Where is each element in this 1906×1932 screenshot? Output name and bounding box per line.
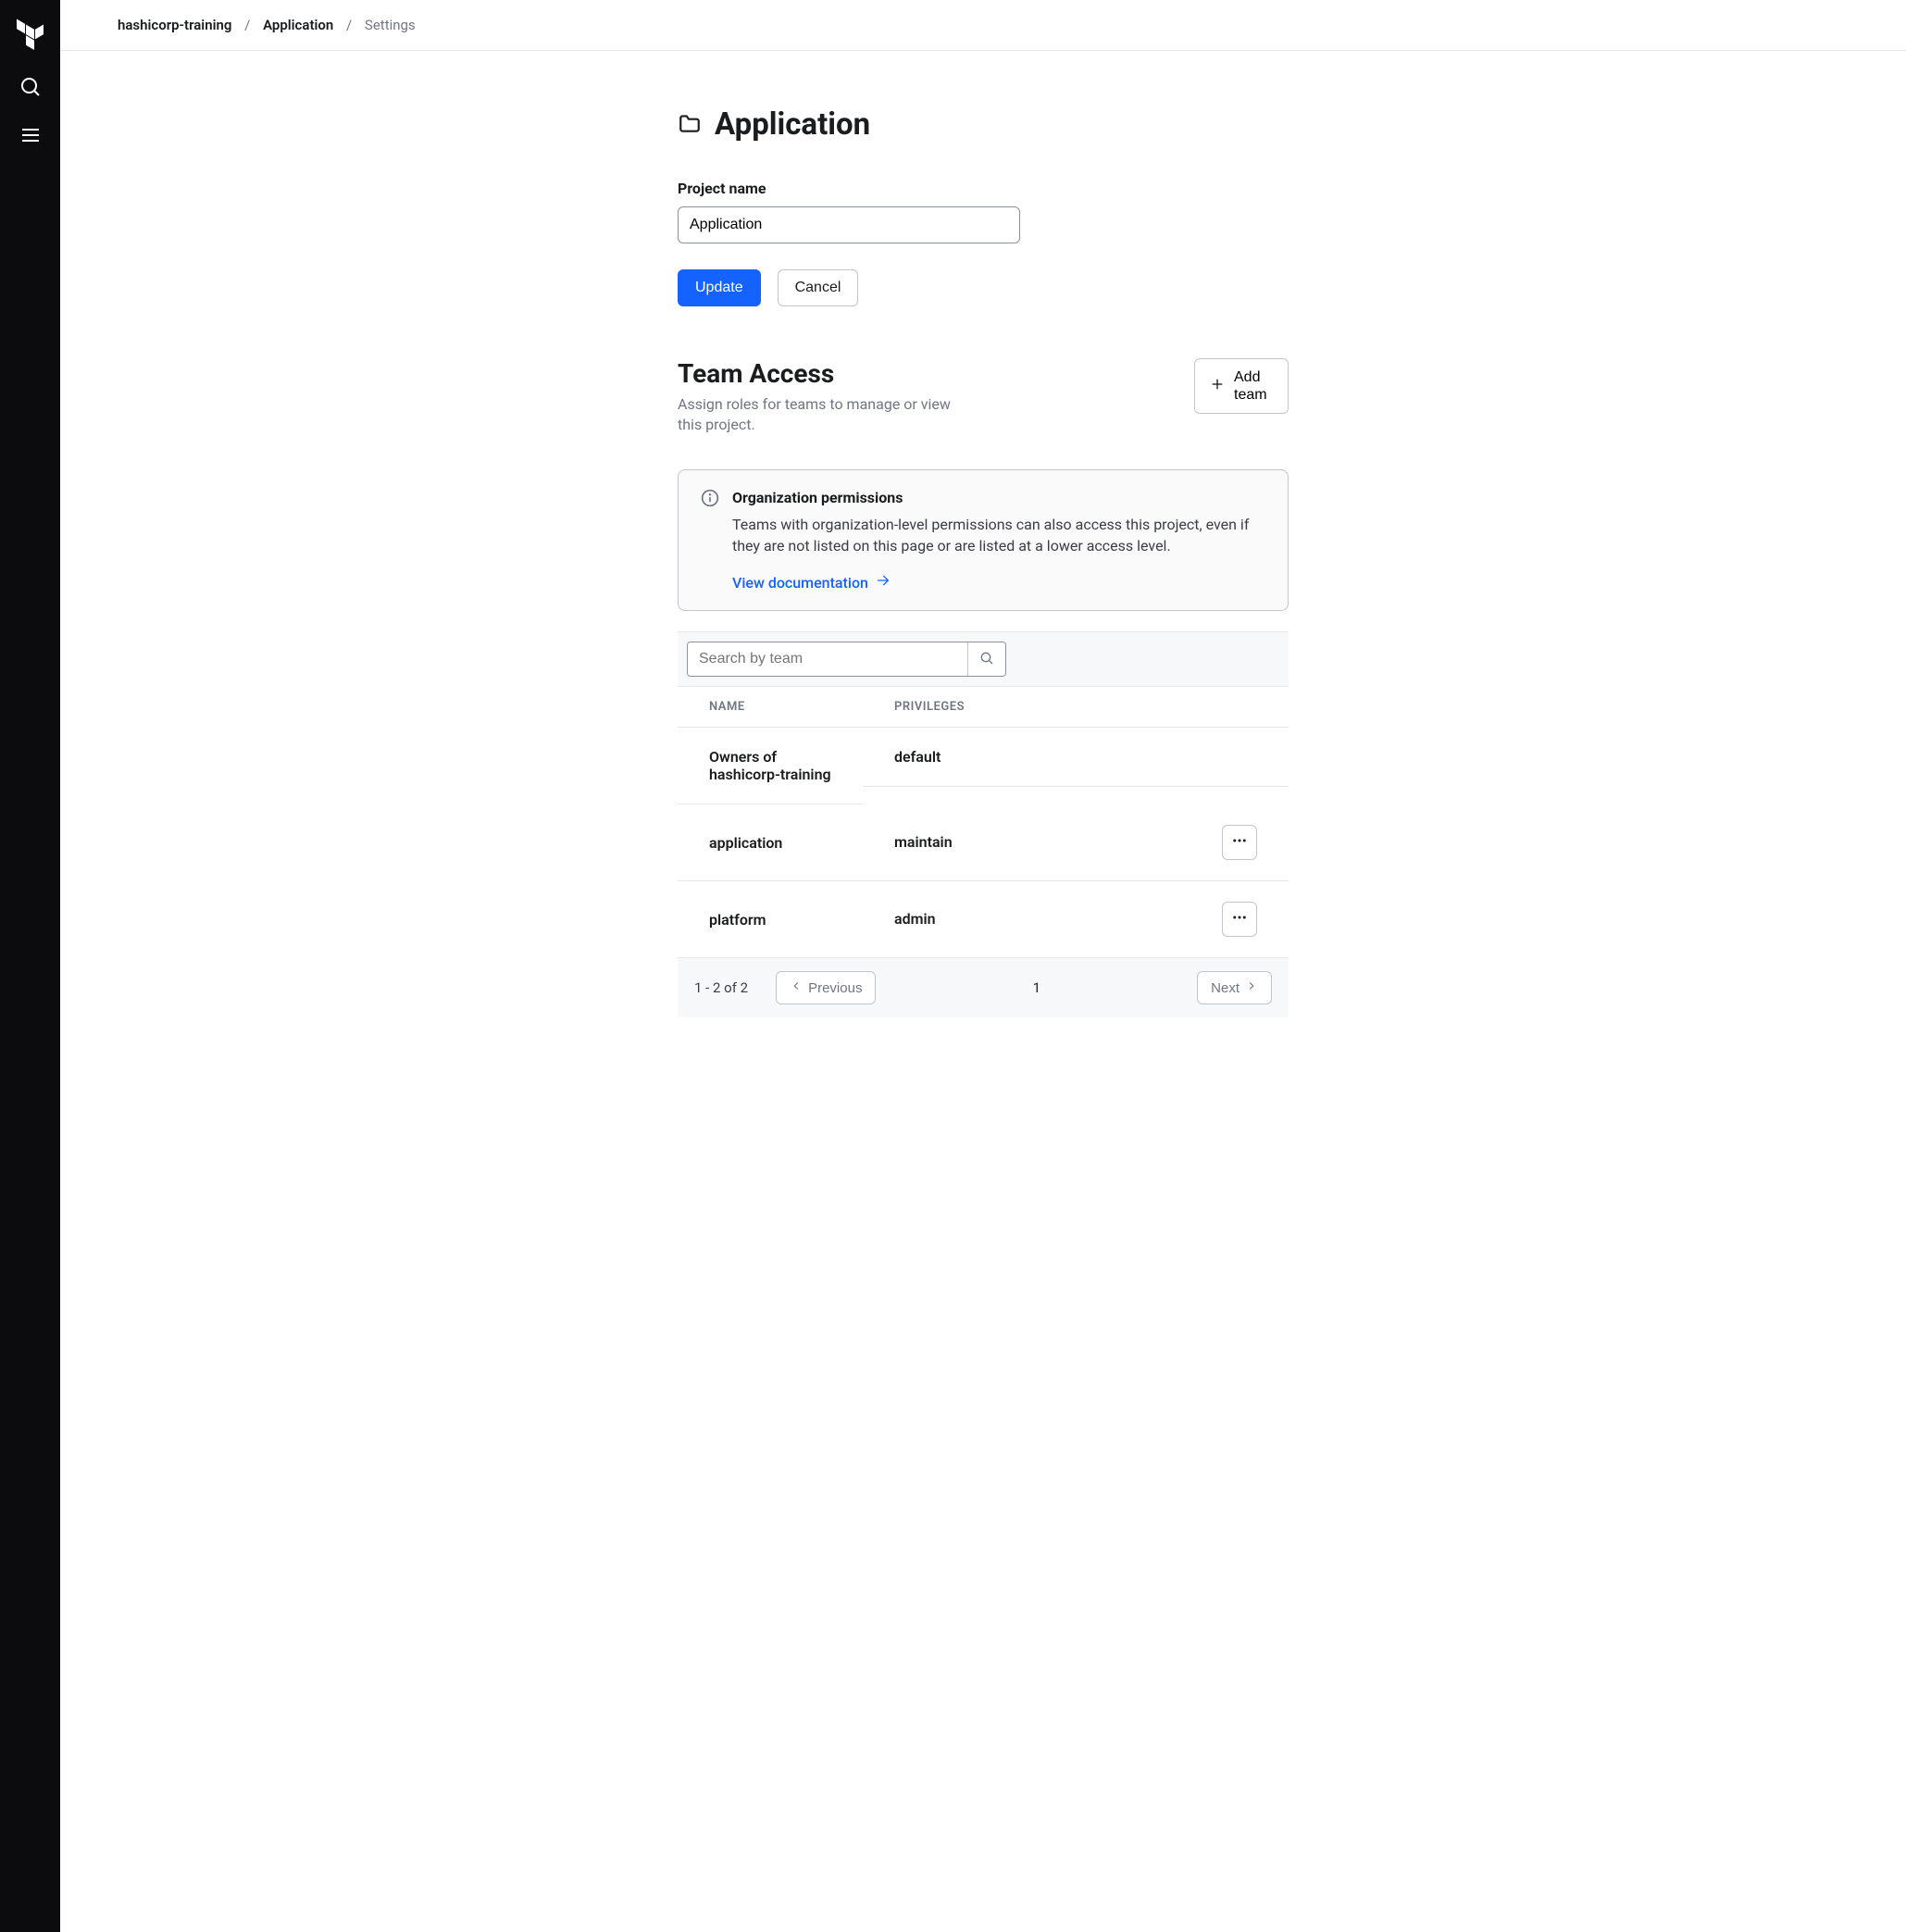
page-title: Application (715, 106, 870, 143)
folder-icon (678, 111, 702, 139)
team-access-heading: Team Access (678, 358, 955, 389)
breadcrumb: hashicorp-training / Application / Setti… (60, 0, 1906, 51)
table-row: platform admin (678, 881, 1289, 958)
previous-button[interactable]: Previous (776, 971, 876, 1004)
team-access-subtext: Assign roles for teams to manage or view… (678, 394, 955, 436)
add-team-button[interactable]: Add team (1194, 358, 1289, 414)
team-table: NAME PRIVILEGES Owners of hashicorp-trai… (678, 687, 1289, 958)
sidebar (0, 0, 60, 1932)
table-row: application maintain (678, 804, 1289, 881)
next-button[interactable]: Next (1197, 971, 1272, 1004)
doc-link-label: View documentation (732, 574, 868, 592)
pagination-range: 1 - 2 of 2 (694, 979, 748, 996)
previous-label: Previous (808, 980, 862, 996)
cancel-button[interactable]: Cancel (778, 269, 859, 306)
team-name-cell: Owners of hashicorp-training (678, 728, 863, 804)
table-row: Owners of hashicorp-training default (678, 728, 1289, 804)
info-body: Teams with organization-level permission… (732, 514, 1265, 556)
team-priv-cell: maintain (863, 804, 1289, 881)
arrow-right-icon (876, 573, 891, 592)
page-heading: Application (678, 106, 1289, 143)
info-icon (701, 489, 719, 592)
team-search-button[interactable] (967, 642, 1005, 676)
add-team-label: Add team (1234, 368, 1273, 404)
row-more-button[interactable] (1222, 902, 1257, 937)
privilege-value: admin (894, 910, 936, 928)
privilege-value: default (894, 748, 941, 766)
breadcrumb-org[interactable]: hashicorp-training (118, 17, 231, 33)
more-horizontal-icon (1231, 832, 1248, 852)
chevron-left-icon (790, 979, 803, 996)
next-label: Next (1211, 980, 1240, 996)
more-horizontal-icon (1231, 909, 1248, 929)
chevron-right-icon (1245, 979, 1258, 996)
breadcrumb-sep: / (346, 17, 352, 33)
breadcrumb-sep: / (244, 17, 250, 33)
menu-icon[interactable] (19, 124, 42, 146)
col-privileges: PRIVILEGES (863, 687, 1289, 728)
pagination: 1 - 2 of 2 Previous 1 Next (678, 958, 1289, 1017)
privilege-value: maintain (894, 833, 953, 851)
search-icon[interactable] (19, 76, 42, 98)
project-name-label: Project name (678, 180, 1289, 197)
breadcrumb-project[interactable]: Application (263, 17, 333, 33)
search-row (678, 632, 1289, 687)
info-title: Organization permissions (732, 489, 1265, 506)
main: hashicorp-training / Application / Setti… (60, 0, 1906, 1932)
team-search-input[interactable] (688, 642, 967, 676)
update-button[interactable]: Update (678, 269, 761, 306)
page-number: 1 (1033, 979, 1040, 996)
col-name: NAME (678, 687, 863, 728)
row-more-button[interactable] (1222, 825, 1257, 860)
terraform-logo-icon[interactable] (16, 19, 45, 50)
view-documentation-link[interactable]: View documentation (732, 573, 891, 592)
team-name-cell: application (678, 804, 863, 881)
info-box: Organization permissions Teams with orga… (678, 469, 1289, 611)
plus-icon (1210, 377, 1225, 396)
team-priv-cell: default (863, 728, 1289, 787)
team-priv-cell: admin (863, 881, 1289, 958)
team-name-cell: platform (678, 881, 863, 958)
breadcrumb-current: Settings (365, 17, 416, 33)
project-name-input[interactable] (678, 206, 1020, 243)
search-icon (979, 651, 994, 668)
